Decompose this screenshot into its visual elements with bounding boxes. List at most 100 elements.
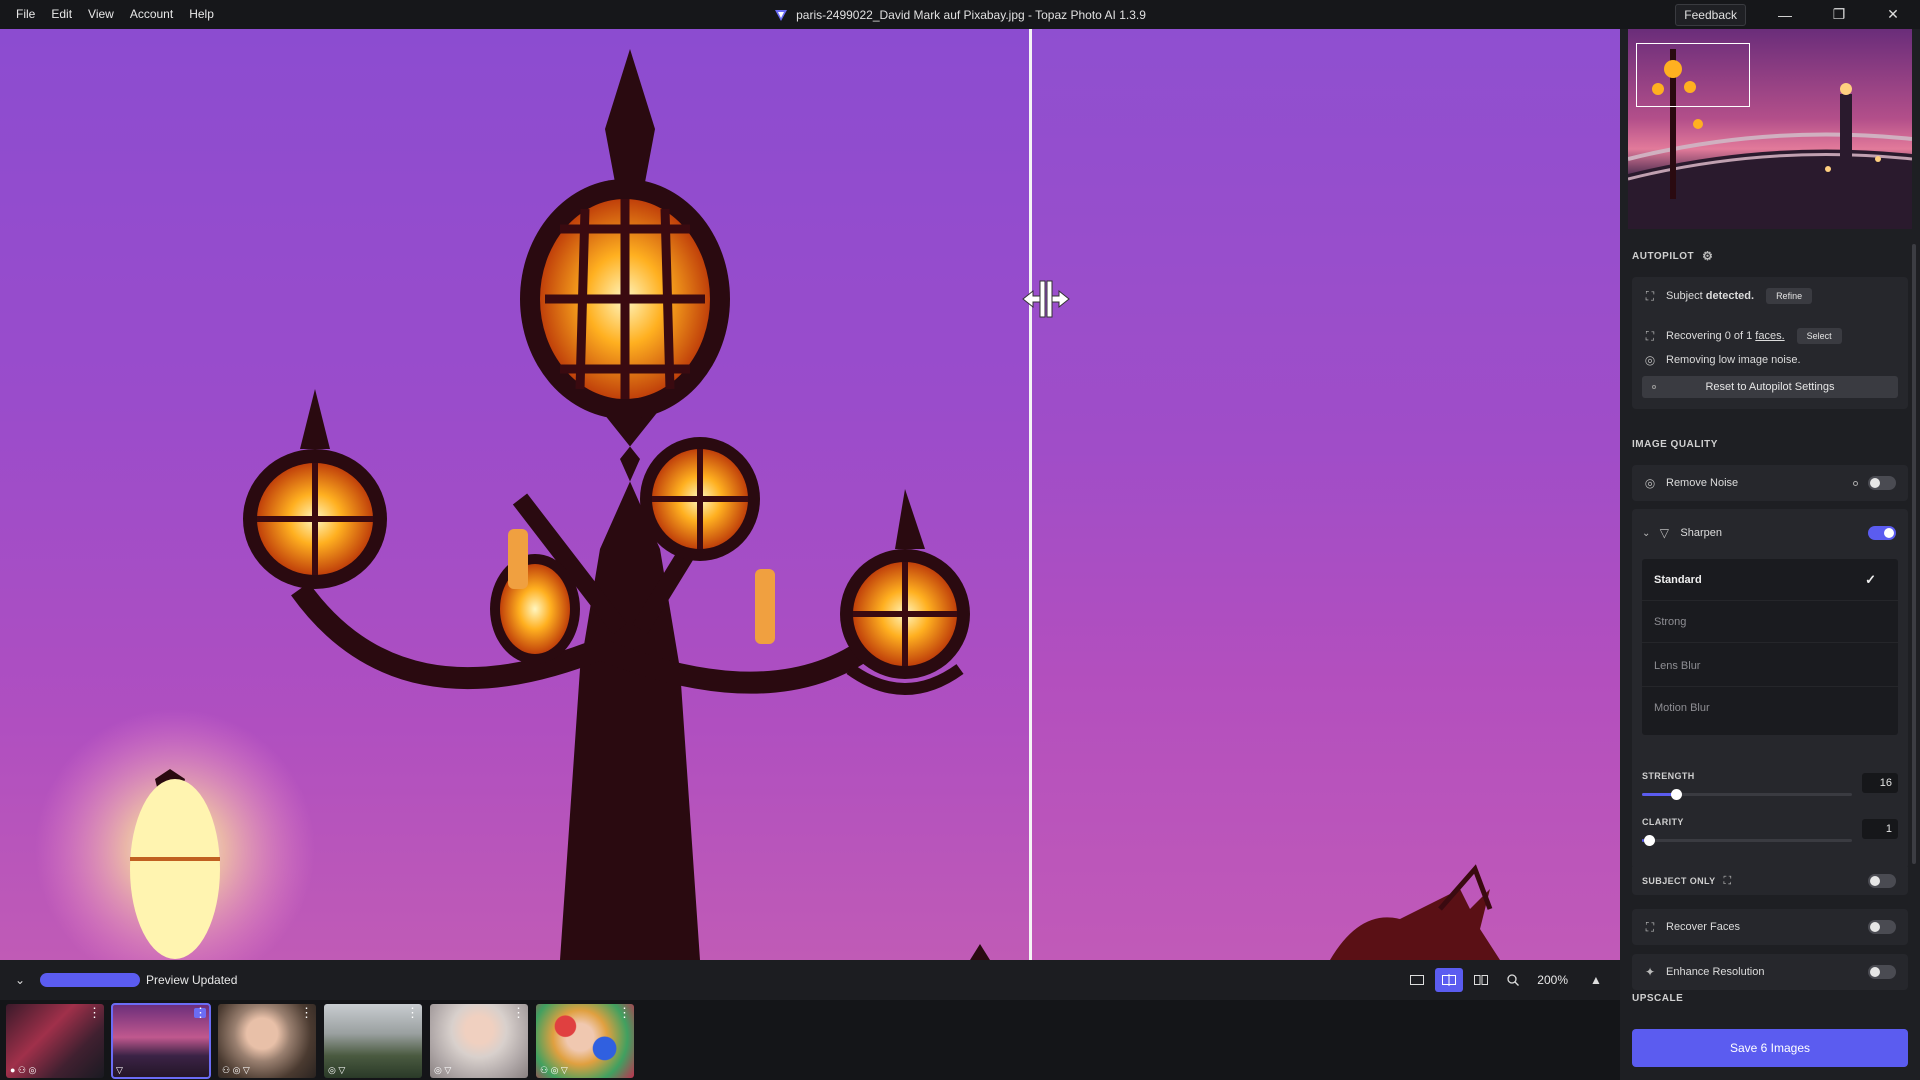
enhance-resolution-card[interactable]: ✦ Enhance Resolution (1632, 954, 1908, 990)
model-label: Motion Blur (1654, 702, 1710, 714)
more-options-icon[interactable]: ⋮ (300, 1006, 313, 1019)
menu-edit[interactable]: Edit (43, 0, 80, 29)
more-options-icon[interactable]: ⋮ (512, 1006, 525, 1019)
subject-text: Subject detected. (1666, 290, 1755, 302)
subject-only-toggle[interactable] (1868, 874, 1896, 888)
minimize-icon[interactable]: — (1758, 0, 1812, 29)
model-label: Strong (1654, 615, 1687, 628)
strength-label: STRENGTH (1642, 771, 1695, 781)
save-images-button[interactable]: Save 6 Images (1632, 1029, 1908, 1067)
sharpen-row[interactable]: ⌄ ▽ Sharpen (1632, 522, 1908, 544)
zoom-icon[interactable] (1499, 968, 1527, 992)
reset-status-icon (1652, 385, 1656, 389)
window-title: paris-2499022_David Mark auf Pixabay.jpg… (796, 7, 1146, 22)
panel-scrollbar[interactable] (1912, 244, 1916, 864)
model-lens-blur[interactable]: Lens Blur (1642, 645, 1898, 687)
comparison-split-line[interactable] (1029, 29, 1032, 960)
thumbnail-landscape-tree[interactable]: ⋮ ◎ ▽ (324, 1004, 422, 1078)
clarity-slider[interactable] (1642, 835, 1852, 846)
face-detect-icon: ⛶ (1645, 328, 1655, 343)
remove-noise-card[interactable]: ◎ Remove Noise (1632, 465, 1908, 501)
clarity-value[interactable]: 1 (1862, 819, 1898, 839)
thumbnail-baby-portrait[interactable]: ⋮ ⚇ ◎ ▽ (218, 1004, 316, 1078)
title-bar: File Edit View Account Help paris-249902… (0, 0, 1920, 29)
chevron-up-icon[interactable]: ▲ (1582, 968, 1610, 992)
recover-faces-toggle[interactable] (1868, 920, 1896, 934)
noise-text: Removing low image noise. (1666, 354, 1801, 366)
strength-value[interactable]: 16 (1862, 773, 1898, 793)
sharpen-model-list: Standard ✓ Strong Lens Blur Motion Blur (1642, 559, 1898, 735)
navigator-thumbnail[interactable] (1628, 29, 1912, 229)
window-controls: Feedback — ❐ ✕ (1675, 0, 1920, 29)
strength-knob[interactable] (1670, 789, 1682, 800)
select-faces-button[interactable]: Select (1796, 328, 1842, 344)
menu-account[interactable]: Account (122, 0, 181, 29)
single-view-icon[interactable] (1403, 968, 1431, 992)
autopilot-header: AUTOPILOT ⚙ (1632, 249, 1713, 263)
side-panel: AUTOPILOT ⚙ ⛶ Subject detected. Refine ⛶… (1620, 29, 1920, 1080)
enhance-resolution-row: ✦ Enhance Resolution (1632, 961, 1908, 983)
menu-view[interactable]: View (80, 0, 122, 29)
faces-text: Recovering 0 of 1 faces. (1666, 330, 1785, 342)
close-icon[interactable]: ✕ (1866, 0, 1920, 29)
subject-detect-icon: ⛶ (1645, 288, 1655, 303)
restore-icon[interactable]: ❐ (1812, 0, 1866, 29)
recover-faces-card[interactable]: ⛶ Recover Faces (1632, 909, 1908, 945)
remove-noise-toggle[interactable] (1868, 476, 1896, 490)
thumbnail-badges: ⚇ ◎ ▽ (540, 1065, 568, 1075)
progress-bar (40, 973, 140, 987)
recover-faces-label: Recover Faces (1666, 921, 1740, 933)
sharpen-toggle[interactable] (1868, 526, 1896, 540)
menu-help[interactable]: Help (181, 0, 222, 29)
subject-only-inner: SUBJECT ONLY ⛶ (1632, 870, 1908, 892)
side-by-side-view-icon[interactable] (1467, 968, 1495, 992)
zoom-level[interactable]: 200% (1537, 973, 1568, 987)
reset-label: Reset to Autopilot Settings (1705, 381, 1835, 393)
thumbnail-child-portrait[interactable]: ⋮ ◎ ▽ (430, 1004, 528, 1078)
model-motion-blur[interactable]: Motion Blur (1642, 687, 1898, 729)
autopilot-card: ⛶ Subject detected. Refine ⛶ Recovering … (1632, 277, 1908, 409)
more-options-icon[interactable]: ⋮ (88, 1006, 101, 1019)
gear-icon[interactable]: ⚙ (1702, 249, 1713, 263)
split-drag-handle-icon[interactable] (1021, 279, 1071, 319)
thumbnail-toddler-balls[interactable]: ⋮ ⚇ ◎ ▽ (536, 1004, 634, 1078)
reset-autopilot-button[interactable]: Reset to Autopilot Settings (1642, 376, 1898, 398)
enhance-resolution-toggle[interactable] (1868, 965, 1896, 979)
sharpen-card: ⌄ ▽ Sharpen Standard ✓ Strong Lens Blur … (1632, 509, 1908, 869)
menu-file[interactable]: File (8, 0, 43, 29)
navigator-viewport-box[interactable] (1636, 43, 1750, 107)
thumbnail-badges: ▽ (116, 1065, 123, 1075)
filmstrip: ⋮ ● ⚇ ◎ ⋮ ▽ ⋮ ⚇ ◎ ▽ ⋮ ◎ ▽ ⋮ ◎ ▽ ⋮ ⚇ ◎ ▽ (0, 1000, 1620, 1080)
more-options-icon[interactable]: ⋮ (194, 1006, 207, 1019)
bottom-toolbar: ⌄ Preview Updated 200% ▲ (0, 960, 1620, 1000)
sharpen-icon: ▽ (1659, 526, 1669, 540)
feedback-button[interactable]: Feedback (1675, 3, 1746, 26)
window-title-area: paris-2499022_David Mark auf Pixabay.jpg… (0, 0, 1920, 29)
clarity-label: CLARITY (1642, 817, 1684, 827)
subject-select-icon[interactable]: ⛶ (1723, 875, 1731, 888)
more-options-icon[interactable]: ⋮ (406, 1006, 419, 1019)
remove-noise-indicator-icon (1853, 480, 1858, 486)
view-tools: 200% ▲ (1403, 960, 1610, 1000)
lamppost-image (35, 49, 1500, 960)
menu-bar: File Edit View Account Help (0, 0, 222, 29)
image-preview[interactable] (0, 29, 1620, 960)
split-view-icon[interactable] (1435, 968, 1464, 992)
chevron-down-icon[interactable]: ⌄ (1642, 528, 1650, 539)
sharpen-label: Sharpen (1680, 527, 1722, 539)
thumbnail-paris-bridge[interactable]: ⋮ ▽ (111, 1003, 211, 1079)
upscale-label: UPSCALE (1632, 993, 1684, 1004)
chevron-down-icon[interactable]: ⌄ (0, 960, 40, 1000)
faces-row: ⛶ Recovering 0 of 1 faces. Select (1632, 325, 1908, 347)
strength-slider[interactable] (1642, 789, 1852, 800)
more-options-icon[interactable]: ⋮ (618, 1006, 631, 1019)
refine-button[interactable]: Refine (1766, 288, 1813, 304)
subject-row: ⛶ Subject detected. Refine (1632, 285, 1908, 307)
topaz-logo-icon (775, 9, 788, 21)
clarity-knob[interactable] (1644, 835, 1656, 846)
model-standard[interactable]: Standard ✓ (1642, 559, 1898, 601)
model-strong[interactable]: Strong (1642, 601, 1898, 643)
subject-only-row: SUBJECT ONLY ⛶ (1632, 867, 1908, 895)
thumbnail-street-night[interactable]: ⋮ ● ⚇ ◎ (6, 1004, 104, 1078)
thumbnail-badges: ⚇ ◎ ▽ (222, 1065, 250, 1075)
